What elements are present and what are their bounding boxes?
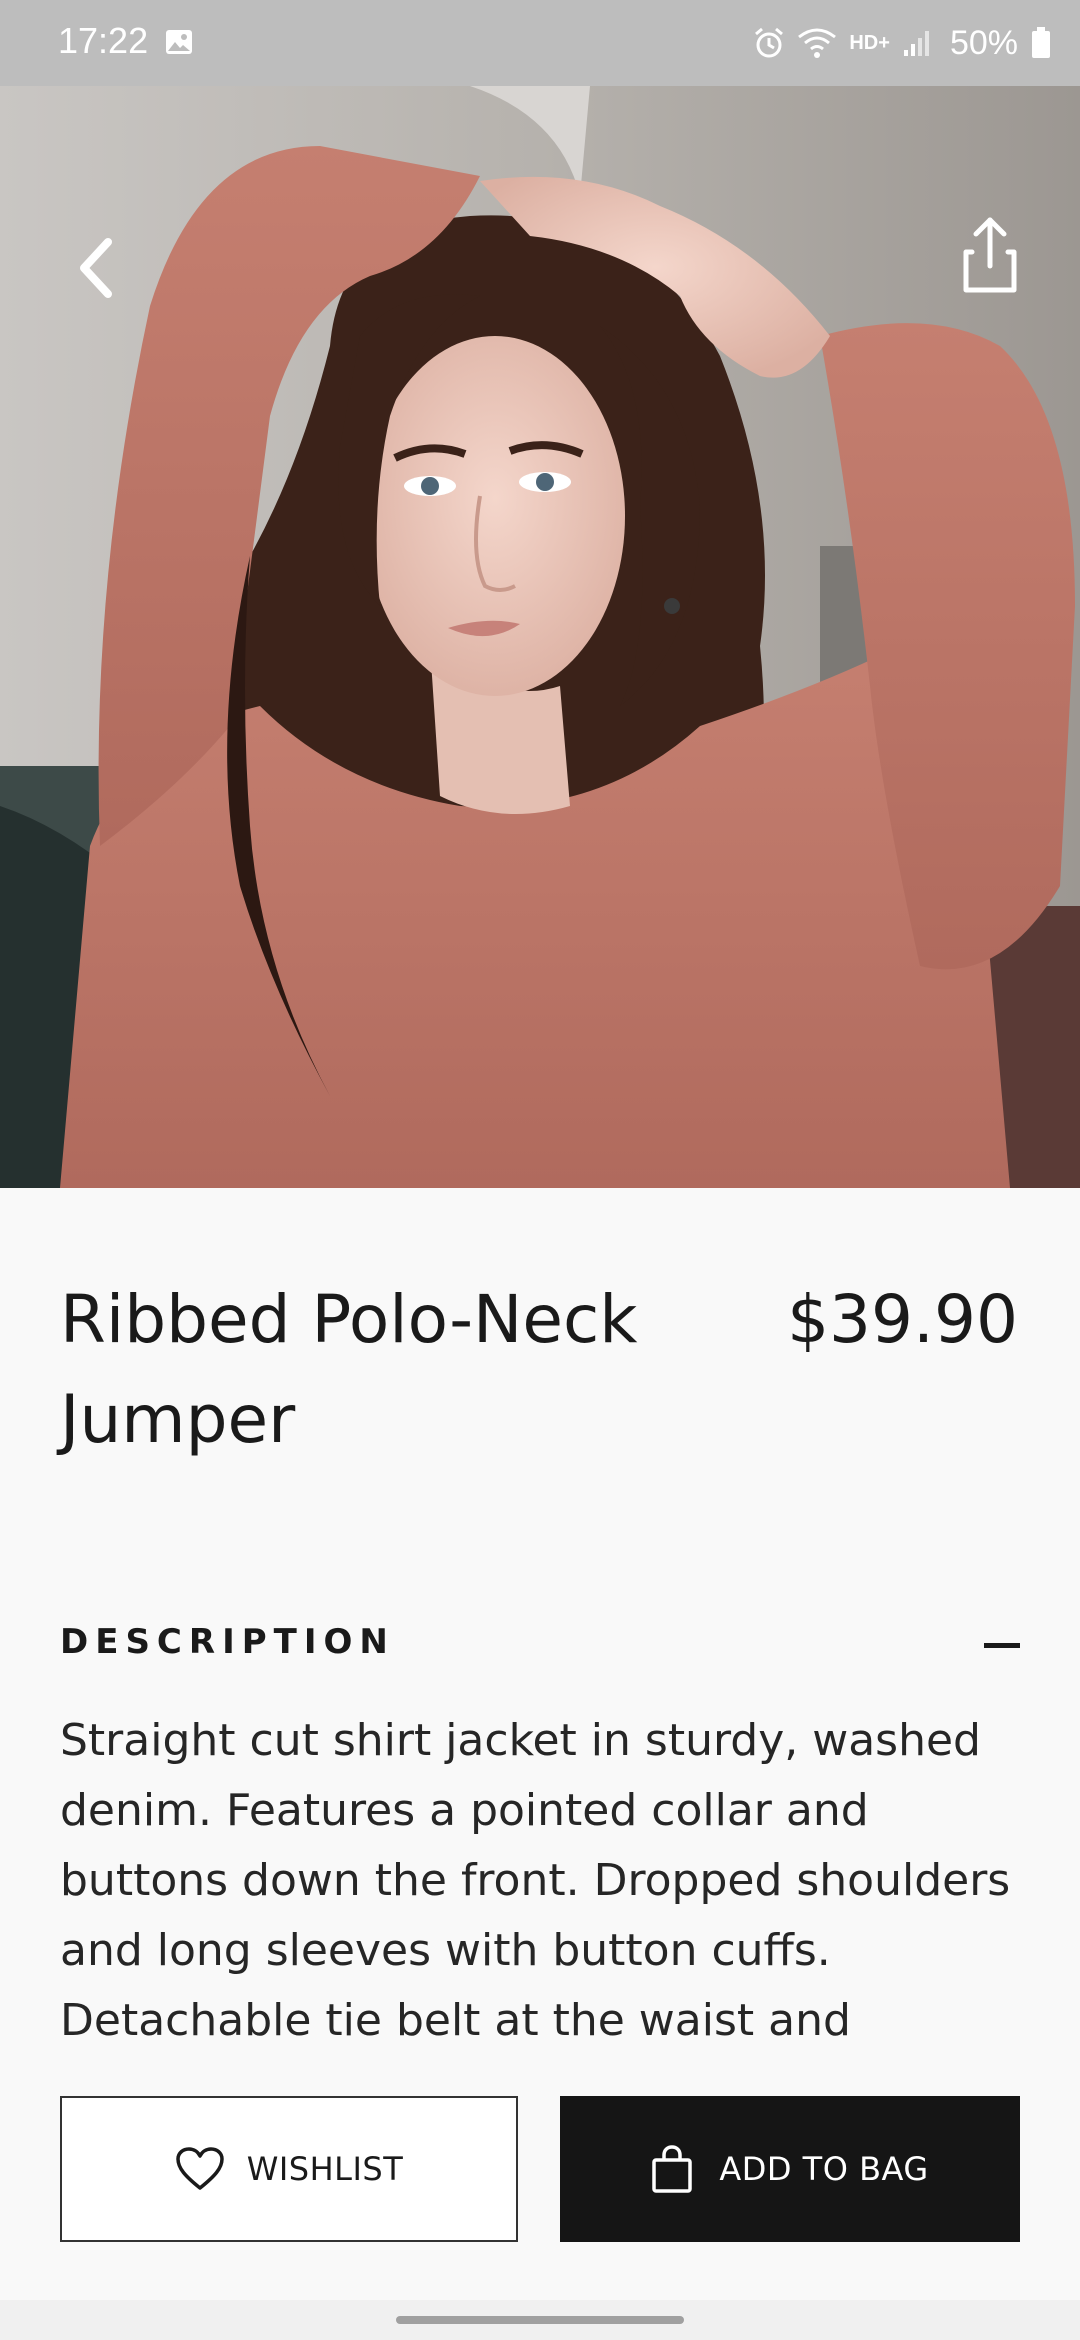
action-bar: WISHLIST ADD TO BAG [0, 2060, 1080, 2300]
share-button[interactable] [950, 210, 1030, 300]
description-text: Straight cut shirt jacket in sturdy, was… [60, 1715, 1011, 2046]
description-collapse-button[interactable] [980, 1630, 1024, 1660]
add-to-bag-label: ADD TO BAG [719, 2150, 929, 2188]
product-image [0, 86, 1080, 1188]
product-price: $39.90 [787, 1281, 1018, 1358]
network-type-label: HD+ [849, 31, 890, 54]
wishlist-label: WISHLIST [246, 2150, 404, 2188]
wifi-icon [798, 28, 837, 58]
status-time: 17:22 [58, 20, 149, 61]
signal-icon [903, 31, 929, 56]
home-indicator [0, 2300, 1080, 2340]
wishlist-button[interactable]: WISHLIST [60, 2096, 518, 2242]
back-button[interactable] [60, 226, 132, 310]
home-gesture-bar[interactable] [396, 2316, 684, 2324]
shopping-bag-icon [652, 2145, 693, 2193]
product-detail-screen: 17:22 HD+ 50% Ribbed Polo-Neck Jumper $3… [0, 0, 1080, 2340]
gallery-icon [166, 30, 192, 54]
battery-icon [1032, 27, 1050, 58]
product-photo [0, 86, 1080, 1188]
chevron-left-icon [80, 238, 112, 298]
share-icon [963, 217, 1017, 293]
minus-icon [984, 1643, 1020, 1648]
alarm-icon [755, 27, 784, 58]
description-header: DESCRIPTION [60, 1622, 395, 1662]
status-bar: 17:22 HD+ 50% [0, 0, 1080, 86]
add-to-bag-button[interactable]: ADD TO BAG [560, 2096, 1020, 2242]
battery-percentage: 50% [949, 23, 1018, 62]
product-title: Ribbed Polo-Neck Jumper [60, 1281, 638, 1458]
status-icons: HD+ 50% [753, 18, 1052, 68]
heart-icon [175, 2147, 224, 2190]
